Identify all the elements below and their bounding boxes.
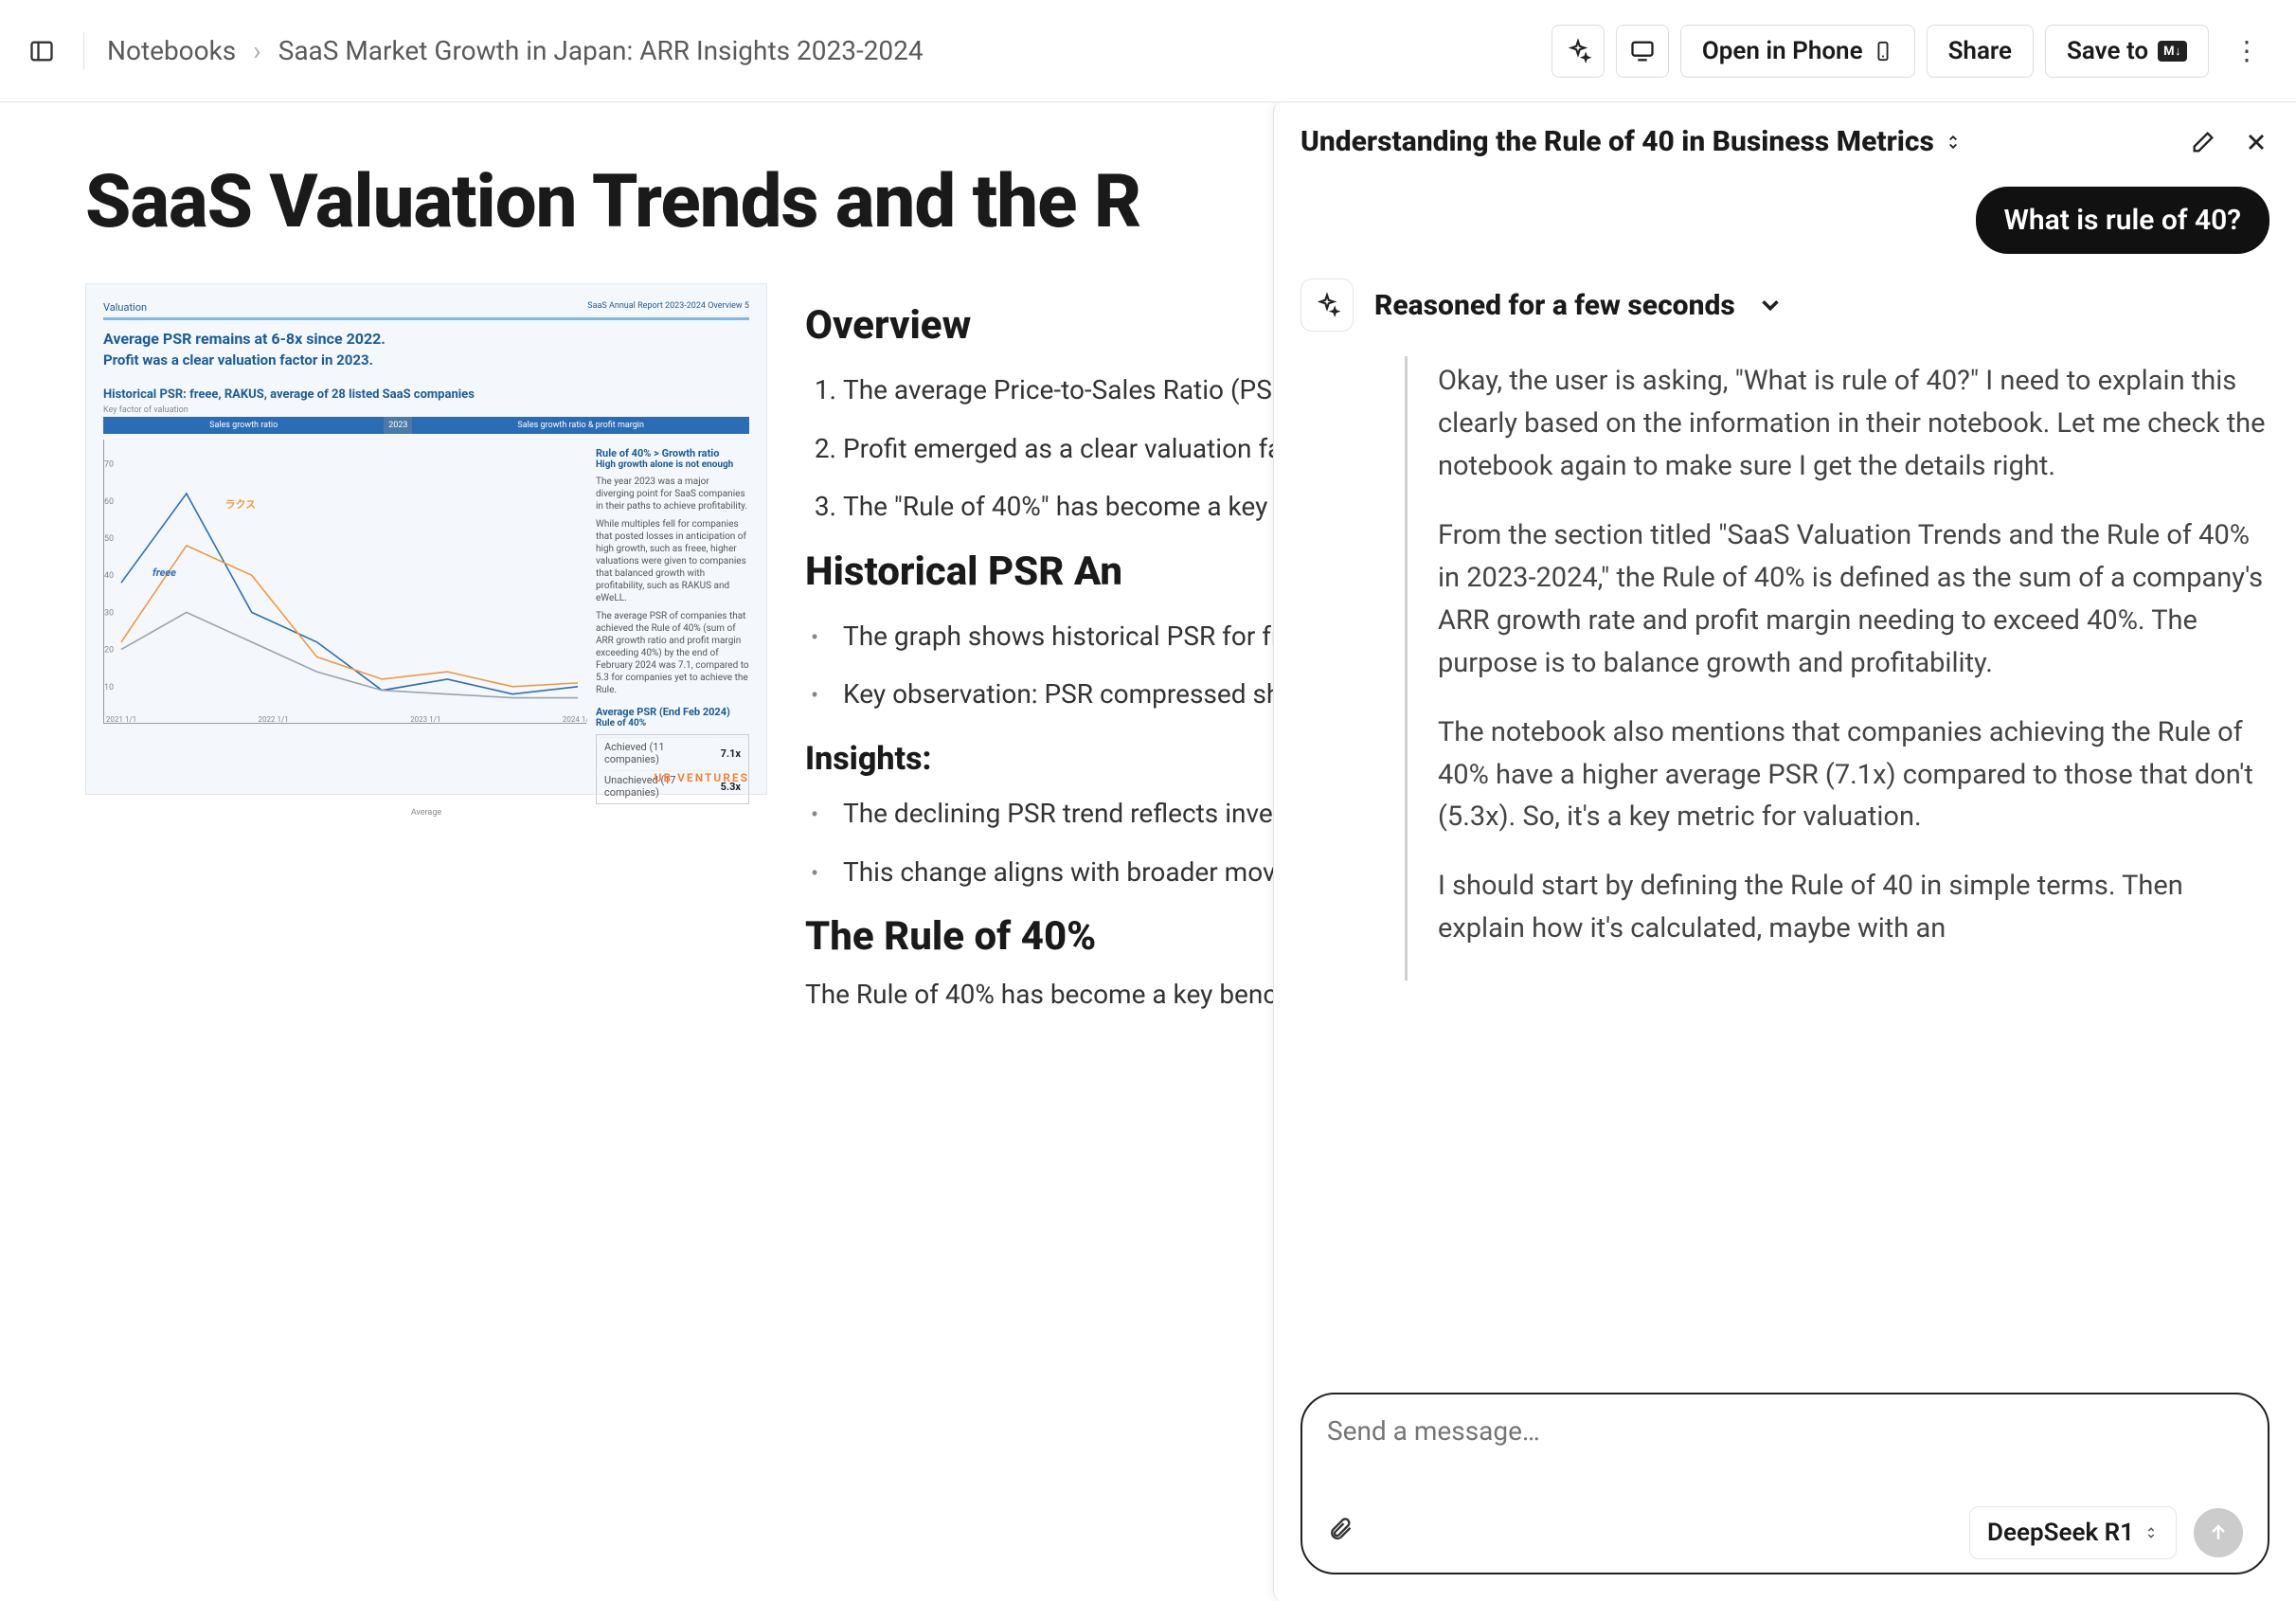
- chat-header: Understanding the Rule of 40 in Business…: [1274, 102, 2296, 177]
- topbar: Notebooks › SaaS Market Growth in Japan:…: [0, 0, 2296, 102]
- chart-avg-label: Average: [103, 808, 749, 818]
- chart-caption-1: Average PSR remains at 6-8x since 2022.: [103, 330, 749, 348]
- main: SaaS Valuation Trends and the R Valuatio…: [0, 102, 2296, 1601]
- topbar-right: Open in Phone Share Save to M↓ ⋮: [1552, 25, 2273, 78]
- chat-input: DeepSeek R1: [1300, 1393, 2269, 1574]
- close-icon[interactable]: [2243, 129, 2269, 155]
- chart-legend-label: Key factor of valuation: [103, 405, 749, 415]
- svg-text:60: 60: [104, 497, 114, 507]
- chat-textarea[interactable]: [1327, 1415, 2243, 1487]
- chevron-up-down-icon: [2144, 1525, 2159, 1540]
- assistant-message: Okay, the user is asking, "What is rule …: [1405, 356, 2269, 980]
- line-chart-svg: 10 20 30 40 50 60 70 2021 1/1 2022 1/1 2023 1/1 20…: [104, 440, 587, 724]
- chart-side-panel: Rule of 40% > Growth ratio High growth a…: [596, 440, 749, 804]
- save-to-label: Save to: [2067, 37, 2148, 65]
- attach-button[interactable]: [1327, 1516, 1354, 1550]
- arrow-up-icon: [2207, 1521, 2230, 1544]
- model-select[interactable]: DeepSeek R1: [1969, 1506, 2177, 1559]
- chart-side-p1: The year 2023 was a major diverging poin…: [596, 476, 749, 513]
- avg-psr-label: Average PSR (End Feb 2024): [596, 706, 749, 718]
- open-in-phone-label: Open in Phone: [1702, 37, 1863, 65]
- share-label: Share: [1948, 37, 2012, 65]
- present-button[interactable]: [1616, 25, 1669, 78]
- assistant-para: The notebook also mentions that companie…: [1438, 711, 2269, 839]
- reasoned-label: Reasoned for a few seconds: [1374, 289, 1735, 322]
- chart-caption-2: Profit was a clear valuation factor in 2…: [103, 351, 749, 369]
- sparkle-icon: [1314, 292, 1340, 318]
- sidebar-toggle-button[interactable]: [23, 32, 61, 70]
- chat-title: Understanding the Rule of 40 in Business…: [1300, 125, 1934, 158]
- user-message: What is rule of 40?: [1976, 187, 2269, 254]
- chat-body[interactable]: What is rule of 40? Reasoned for a few s…: [1274, 177, 2296, 1393]
- assistant-para: From the section titled "SaaS Valuation …: [1438, 514, 2269, 685]
- svg-text:2024 1/1: 2024 1/1: [563, 715, 587, 724]
- chart-tab-label: Valuation: [103, 301, 147, 314]
- send-button[interactable]: [2194, 1508, 2243, 1557]
- save-to-button[interactable]: Save to M↓: [2045, 25, 2209, 78]
- open-in-phone-button[interactable]: Open in Phone: [1680, 25, 1915, 78]
- share-button[interactable]: Share: [1927, 25, 2034, 78]
- phone-icon: [1873, 41, 1893, 62]
- chart-source-page: SaaS Annual Report 2023-2024 Overview 5: [587, 301, 749, 314]
- more-vertical-icon: ⋮: [2233, 35, 2260, 66]
- model-name: DeepSeek R1: [1987, 1519, 2134, 1547]
- svg-text:freee: freee: [152, 567, 176, 579]
- chart-band-2: Sales growth ratio & profit margin: [412, 417, 749, 434]
- chart-side-sub: High growth alone is not enough: [596, 459, 749, 470]
- assistant-para: Okay, the user is asking, "What is rule …: [1438, 360, 2269, 488]
- assistant-para: I should start by defining the Rule of 4…: [1438, 865, 2269, 950]
- chart-plot: 10 20 30 40 50 60 70 2021 1/1 2022 1/1 2023 1/1 20…: [103, 440, 586, 724]
- svg-text:30: 30: [104, 608, 114, 618]
- rule40-table: Achieved (11 companies)7.1x Unachieved (…: [596, 734, 749, 804]
- chart-band-1: Sales growth ratio: [103, 417, 384, 434]
- rule40-label: Rule of 40%: [596, 718, 749, 729]
- divider: [83, 32, 84, 70]
- reasoned-row[interactable]: Reasoned for a few seconds: [1300, 279, 2269, 332]
- embedded-chart[interactable]: Valuation SaaS Annual Report 2023-2024 O…: [85, 283, 767, 795]
- svg-text:40: 40: [104, 571, 114, 581]
- chat-panel: Understanding the Rule of 40 in Business…: [1273, 102, 2296, 1601]
- breadcrumb-root[interactable]: Notebooks: [107, 35, 236, 66]
- breadcrumb: Notebooks › SaaS Market Growth in Japan:…: [107, 35, 924, 66]
- chart-side-title: Rule of 40% > Growth ratio: [596, 447, 749, 459]
- monitor-icon: [1629, 38, 1656, 64]
- more-menu-button[interactable]: ⋮: [2220, 25, 2273, 78]
- chart-side-p3: The average PSR of companies that achiev…: [596, 610, 749, 696]
- topbar-left: Notebooks › SaaS Market Growth in Japan:…: [23, 32, 924, 70]
- chevron-down-icon[interactable]: [1756, 291, 1785, 319]
- chart-brand: UB VENTURES: [655, 771, 749, 784]
- svg-text:2021 1/1: 2021 1/1: [106, 715, 136, 724]
- chevron-right-icon: ›: [253, 35, 260, 66]
- svg-text:70: 70: [104, 460, 114, 470]
- chart-side-p2: While multiples fell for companies that …: [596, 518, 749, 604]
- svg-text:2023 1/1: 2023 1/1: [410, 715, 440, 724]
- svg-text:20: 20: [104, 646, 114, 656]
- breadcrumb-page[interactable]: SaaS Market Growth in Japan: ARR Insight…: [278, 35, 924, 66]
- paperclip-icon: [1327, 1516, 1354, 1542]
- panel-left-icon: [28, 38, 55, 64]
- chevron-up-down-icon[interactable]: [1944, 133, 1963, 152]
- svg-text:ラクス: ラクス: [225, 498, 257, 511]
- markdown-badge: M↓: [2158, 41, 2187, 62]
- svg-text:2022 1/1: 2022 1/1: [259, 715, 289, 724]
- svg-text:10: 10: [104, 683, 114, 693]
- table-row: Achieved (11 companies)7.1x: [599, 737, 746, 768]
- svg-text:50: 50: [104, 534, 114, 544]
- reasoned-icon-box: [1300, 279, 1354, 332]
- edit-icon[interactable]: [2190, 129, 2216, 155]
- ai-sparkle-button[interactable]: [1552, 25, 1605, 78]
- sparkle-icon: [1565, 38, 1591, 64]
- chart-hist-title: Historical PSR: freee, RAKUS, average of…: [103, 387, 749, 402]
